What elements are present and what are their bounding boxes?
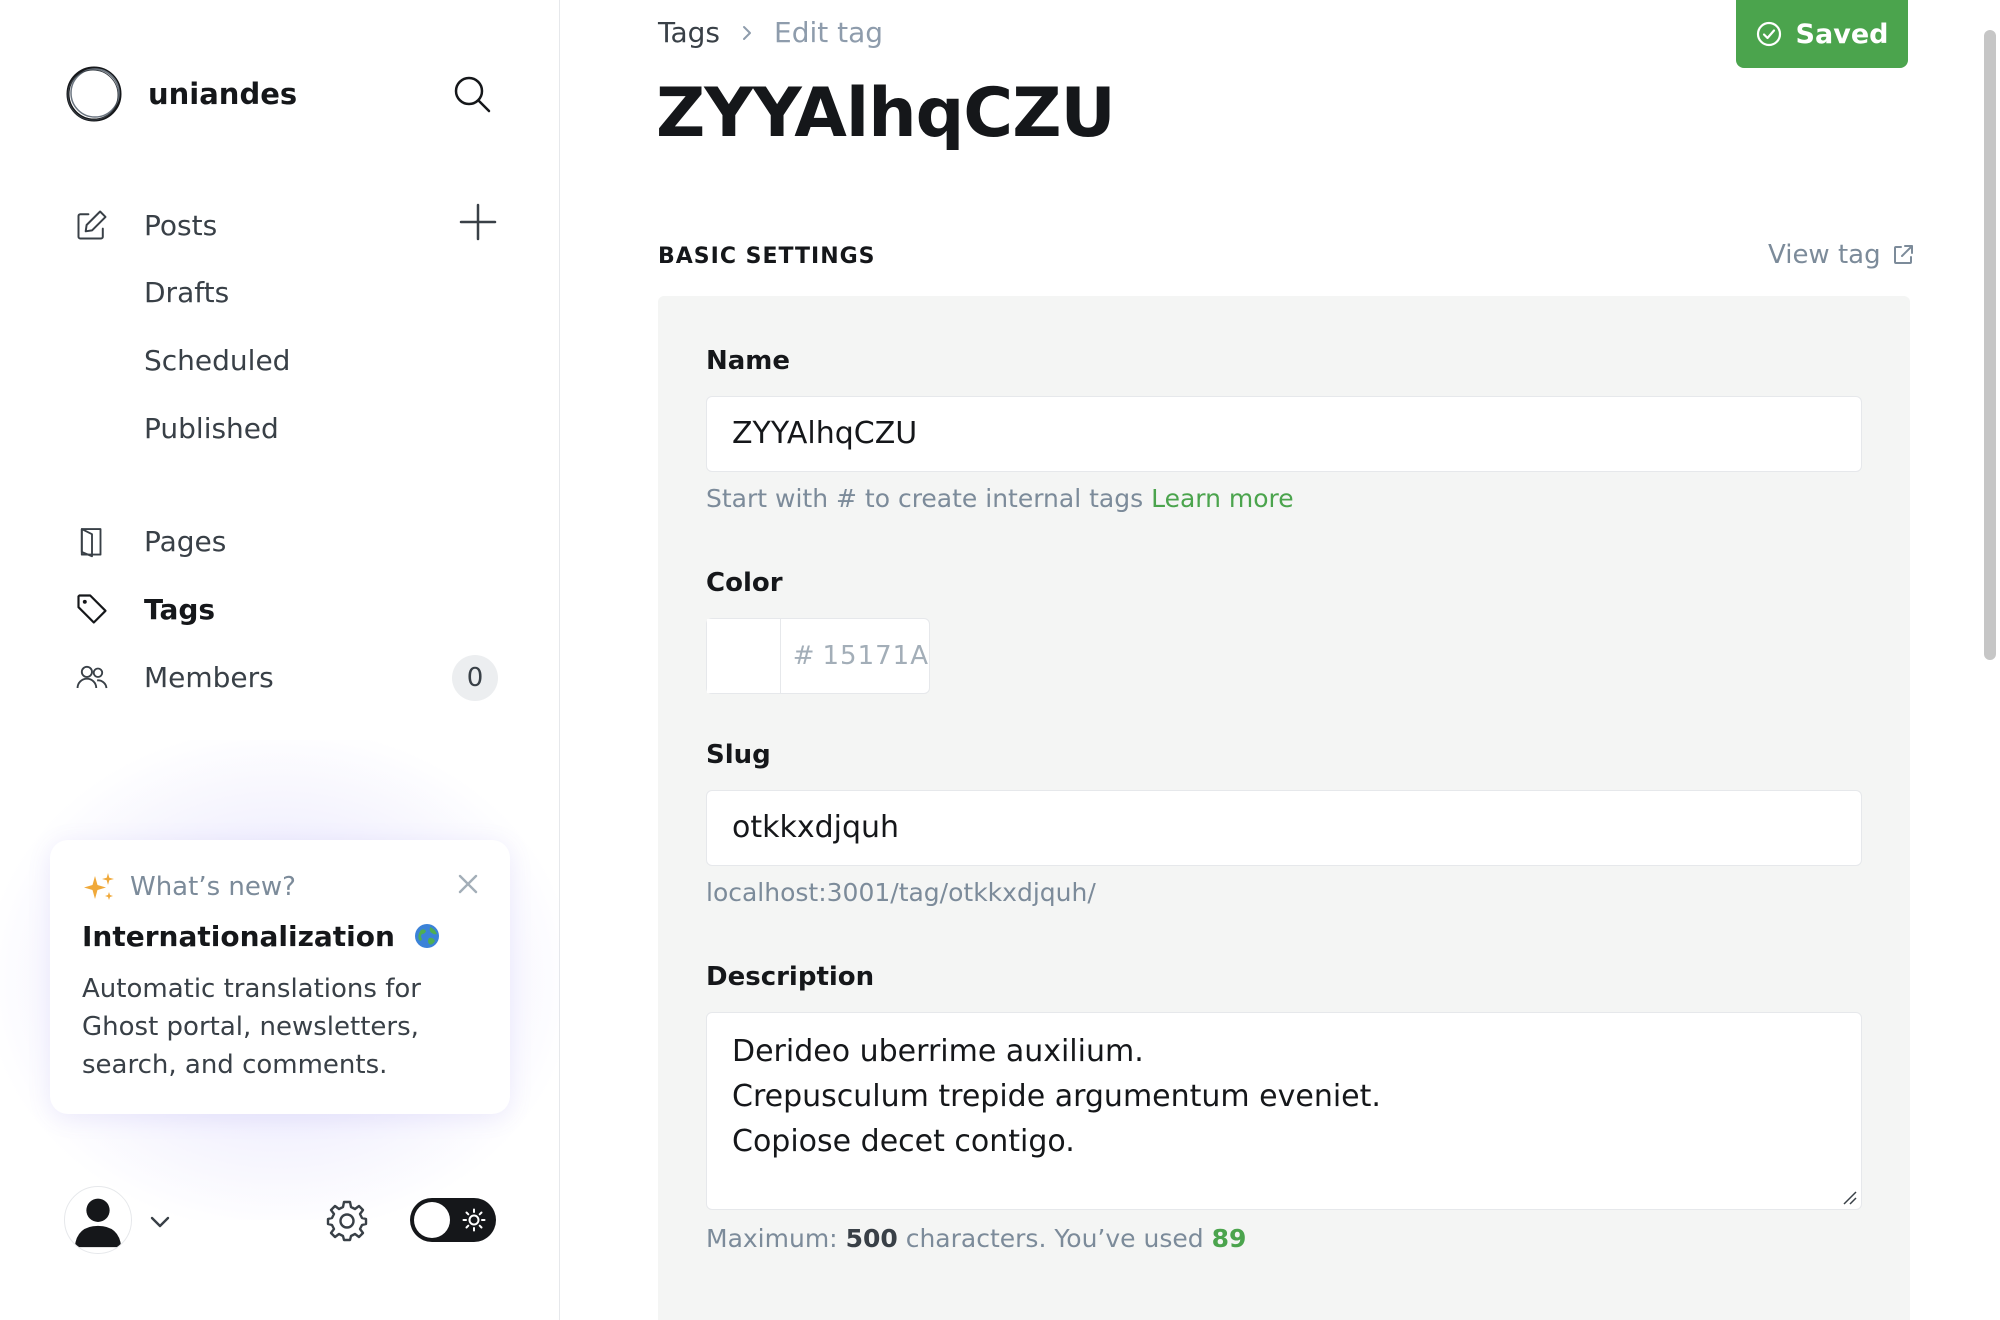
theme-toggle[interactable] [410, 1198, 496, 1242]
view-tag-link[interactable]: View tag [1768, 240, 1915, 270]
saved-button[interactable]: Saved [1736, 0, 1908, 68]
breadcrumb: Tags Edit tag [658, 16, 883, 49]
members-count-badge: 0 [452, 655, 498, 701]
external-link-icon [1893, 245, 1913, 264]
sidebar-item-label: Members [144, 660, 274, 694]
search-icon[interactable] [450, 72, 494, 116]
sidebar-item-label: Tags [144, 592, 216, 626]
description-line: Copiose decet contigo. [732, 1124, 1075, 1159]
scrollbar[interactable] [1984, 30, 1996, 660]
breadcrumb-tags-link[interactable]: Tags [658, 16, 720, 49]
sidebar-item-drafts[interactable]: Drafts [144, 268, 229, 318]
pages-icon [72, 521, 112, 561]
sidebar-item-published[interactable]: Published [144, 404, 279, 454]
color-label: Color [706, 568, 783, 598]
brand[interactable]: uniandes [64, 64, 297, 124]
gear-icon[interactable] [324, 1198, 370, 1244]
sidebar-item-tags[interactable]: Tags [72, 584, 215, 634]
basic-settings-panel: Name ZYYAlhqCZU Start with # to create i… [658, 296, 1910, 1320]
whats-new-header: What’s new? [82, 870, 296, 904]
color-hash: # [792, 641, 815, 671]
chevron-down-icon[interactable] [146, 1208, 174, 1236]
name-hint: Start with # to create internal tags Lea… [706, 484, 1294, 513]
learn-more-link[interactable]: Learn more [1151, 484, 1294, 513]
saved-button-label: Saved [1795, 18, 1889, 50]
resize-handle-icon[interactable] [1841, 1189, 1857, 1205]
whats-new-kicker: What’s new? [130, 872, 296, 902]
description-char-count: Maximum: 500 characters. You’ve used 89 [706, 1224, 1246, 1253]
color-field[interactable]: # 15171A [706, 618, 930, 694]
avatar-icon [74, 1198, 122, 1248]
whats-new-title: Internationalization [82, 920, 441, 953]
name-label: Name [706, 346, 791, 376]
chevron-right-icon [743, 25, 751, 40]
section-title: BASIC SETTINGS [658, 244, 876, 269]
close-icon[interactable] [454, 870, 482, 898]
edit-icon [72, 205, 112, 245]
color-input[interactable]: 15171A [823, 619, 930, 693]
tag-icon [72, 589, 112, 629]
slug-label: Slug [706, 740, 771, 770]
sidebar-footer [64, 1186, 504, 1256]
brand-logo-icon [66, 66, 122, 122]
sparkle-icon [84, 873, 114, 900]
globe-icon [414, 924, 439, 948]
check-circle-icon [1756, 21, 1781, 47]
count-prefix: Maximum: [706, 1224, 838, 1253]
sidebar-item-posts[interactable]: Posts [72, 200, 217, 250]
description-textarea[interactable]: Derideo uberrime auxilium. Crepusculum t… [706, 1012, 1862, 1210]
plus-icon[interactable] [456, 200, 500, 244]
slug-input[interactable]: otkkxdjquh [706, 790, 1862, 866]
description-label: Description [706, 962, 875, 992]
avatar[interactable] [64, 1186, 132, 1254]
whats-new-body: Automatic translations for Ghost portal,… [82, 974, 421, 1080]
breadcrumb-current: Edit tag [774, 16, 884, 49]
count-used: 89 [1211, 1224, 1247, 1253]
sidebar-item-members[interactable]: Members [72, 652, 274, 702]
description-line: Crepusculum trepide argumentum eveniet. [732, 1079, 1381, 1114]
whats-new-title-text: Internationalization [82, 920, 395, 953]
view-tag-label: View tag [1768, 240, 1881, 270]
color-swatch[interactable] [707, 619, 781, 693]
site-name: uniandes [148, 77, 298, 111]
sidebar-item-label: Pages [144, 524, 227, 558]
slug-url: localhost:3001/tag/otkkxdjquh/ [706, 878, 1096, 907]
count-max: 500 [845, 1224, 898, 1253]
description-line: Derideo uberrime auxilium. [732, 1034, 1144, 1069]
sidebar-item-pages[interactable]: Pages [72, 516, 226, 566]
sidebar-item-label: Posts [144, 208, 218, 242]
name-input[interactable]: ZYYAlhqCZU [706, 396, 1862, 472]
members-icon [72, 657, 112, 697]
sidebar: uniandes Posts Drafts Scheduled Publishe… [0, 0, 560, 1320]
name-hint-text: Start with # to create internal tags [706, 484, 1144, 513]
page-title: ZYYAlhqCZU [656, 74, 1116, 153]
sun-icon [462, 1208, 486, 1232]
main-content: Tags Edit tag Saved ZYYAlhqCZU BASIC SET… [560, 0, 2000, 1320]
toggle-knob [414, 1202, 450, 1238]
sidebar-item-scheduled[interactable]: Scheduled [144, 336, 290, 386]
count-mid: characters. You’ve used [905, 1224, 1204, 1253]
whats-new-card[interactable]: What’s new? Internationalization Automat… [50, 840, 510, 1114]
